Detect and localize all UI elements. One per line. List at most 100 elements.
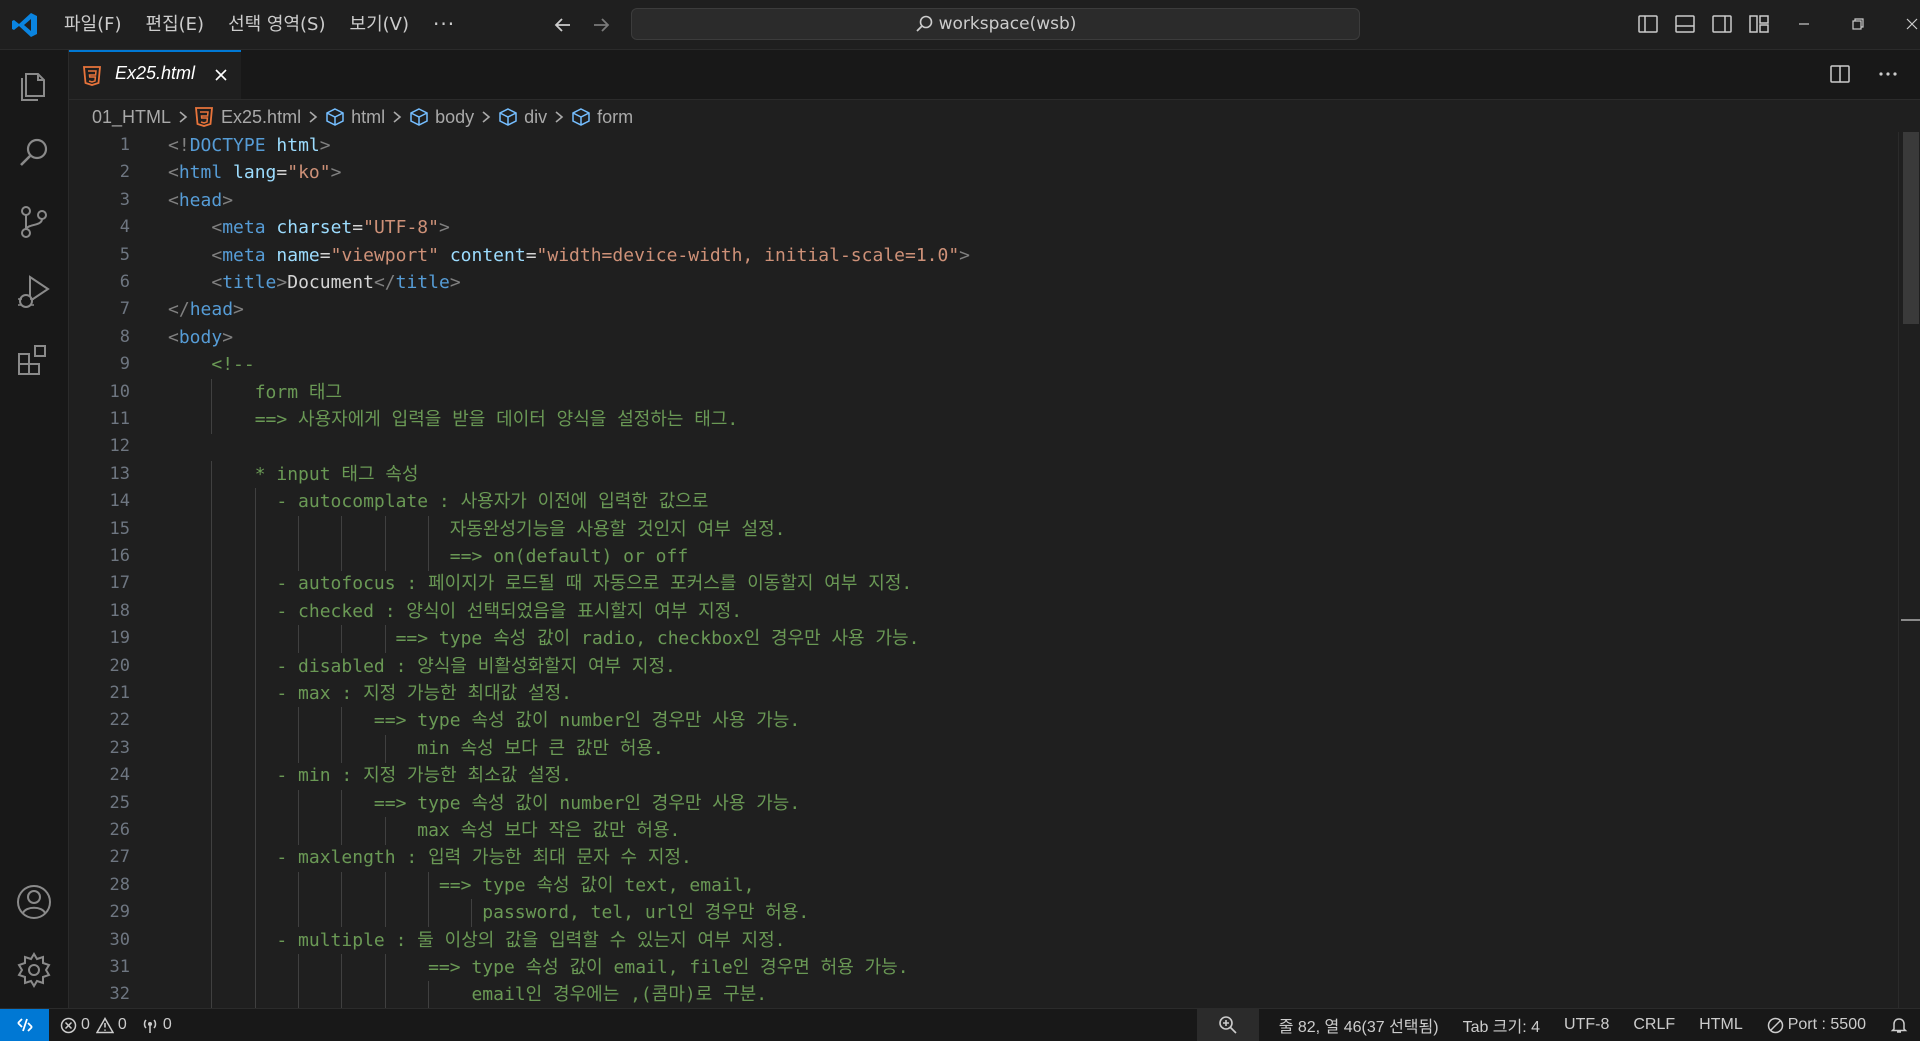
code-line[interactable]: 31 ==> type 속성 값이 email, file인 경우면 허용 가능… — [69, 954, 1900, 982]
zoom-icon[interactable] — [1196, 1009, 1259, 1041]
editor-vertical-scrollbar[interactable] — [1898, 132, 1920, 1008]
line-number: 7 — [119, 299, 130, 319]
breadcrumb-folder[interactable]: 01_HTML — [92, 107, 171, 128]
close-window-icon[interactable] — [1898, 10, 1920, 38]
code-line[interactable]: 13 * input 태그 속성 — [69, 461, 1900, 489]
remote-indicator-icon[interactable] — [0, 1009, 49, 1041]
code-line[interactable]: 25 ==> type 속성 값이 number인 경우만 사용 가능. — [69, 790, 1900, 818]
indent-guide — [297, 625, 299, 653]
code-line[interactable]: 7 </head> — [69, 296, 1900, 323]
code-line[interactable]: 6 <title>Document</title> — [69, 269, 1900, 296]
indent-guide — [254, 954, 256, 982]
code-line[interactable]: 23 min 속성 보다 큰 값만 허용. — [69, 735, 1900, 763]
code-line[interactable]: 20 - disabled : 양식을 비활성화할지 여부 지정. — [69, 653, 1900, 681]
extensions-icon[interactable] — [14, 340, 54, 380]
indent-guide — [211, 653, 213, 681]
code-line[interactable]: 8 <body> — [69, 324, 1900, 351]
breadcrumb-file[interactable]: Ex25.html — [221, 107, 301, 128]
indent-guide — [211, 844, 213, 872]
breadcrumb-symbol-div[interactable]: div — [524, 107, 547, 128]
menu-view[interactable]: 보기(V) — [338, 0, 421, 49]
code-line[interactable]: 24 - min : 지정 가능한 최소값 설정. — [69, 762, 1900, 790]
language-mode[interactable]: HTML — [1687, 1016, 1755, 1034]
live-server-port[interactable]: Port : 5500 — [1755, 1016, 1878, 1034]
indent-guide — [211, 461, 213, 489]
symbol-element-icon — [409, 107, 429, 127]
code-token: body — [178, 327, 223, 348]
notifications-bell-icon[interactable] — [1878, 1016, 1920, 1034]
breadcrumb-symbol-form[interactable]: form — [597, 107, 633, 128]
code-line[interactable]: 4 <meta charset="UTF-8"> — [69, 214, 1900, 241]
code-line[interactable]: 17 - autofocus : 페이지가 로드될 때 자동으로 포커스를 이동… — [69, 570, 1900, 598]
close-icon[interactable] — [212, 66, 230, 84]
code-line[interactable]: 15 자동완성기능을 사용할 것인지 여부 설정. — [69, 516, 1900, 544]
search-icon[interactable] — [14, 133, 54, 173]
source-control-icon[interactable] — [14, 202, 54, 242]
split-editor-icon[interactable] — [1828, 62, 1852, 86]
breadcrumb-symbol-body[interactable]: body — [435, 107, 474, 128]
code-line[interactable]: 11 ==> 사용자에게 입력을 받을 데이터 양식을 설정하는 태그. — [69, 406, 1900, 434]
code-token: "UTF-8" — [363, 217, 439, 238]
code-line[interactable]: 9 <!-- — [69, 351, 1900, 378]
code-line[interactable]: 16 ==> on(default) or off — [69, 543, 1900, 571]
code-line[interactable]: 2 <html lang="ko"> — [69, 159, 1900, 186]
tab-size[interactable]: Tab 크기: 4 — [1451, 1013, 1552, 1037]
line-number: 4 — [119, 217, 130, 237]
files-icon[interactable] — [14, 64, 54, 104]
code-line[interactable]: 3 <head> — [69, 187, 1900, 214]
account-icon[interactable] — [14, 882, 54, 922]
tab-ex25-html[interactable]: Ex25.html — [69, 50, 241, 99]
code-line[interactable]: 5 <meta name="viewport" content="width=d… — [69, 242, 1900, 269]
restore-window-icon[interactable] — [1844, 10, 1872, 38]
line-number: 6 — [119, 272, 130, 292]
scrollbar-thumb[interactable] — [1903, 132, 1919, 324]
code-line[interactable]: 1 <!DOCTYPE html> — [69, 132, 1900, 159]
go-forward-icon[interactable] — [588, 12, 614, 38]
code-line[interactable]: 18 - checked : 양식이 선택되었음을 표시할지 여부 지정. — [69, 598, 1900, 626]
code-line[interactable]: 32 email인 경우에는 ,(콤마)로 구분. — [69, 981, 1900, 1008]
code-token: = — [319, 245, 331, 266]
cursor-position[interactable]: 줄 82, 열 46(37 선택됨) — [1267, 1013, 1451, 1037]
code-editor[interactable]: 1 <!DOCTYPE html> 2 <html lang="ko"> 3 <head>… — [69, 132, 1900, 1008]
menu-more-icon[interactable]: ··· — [421, 0, 467, 49]
code-line[interactable]: 19 ==> type 속성 값이 radio, checkbox인 경우만 사… — [69, 625, 1900, 653]
ports-indicator[interactable]: 0 — [141, 1016, 172, 1034]
code-line[interactable]: 28 ==> type 속성 값이 text, email, — [69, 872, 1900, 900]
settings-gear-icon[interactable] — [14, 950, 54, 990]
command-center-search[interactable]: workspace(wsb) — [631, 8, 1360, 40]
customize-layout-icon[interactable] — [1747, 12, 1771, 36]
error-icon — [60, 1017, 77, 1033]
toggle-secondary-sidebar-icon[interactable] — [1710, 12, 1734, 36]
problems-indicator[interactable]: 0 0 — [60, 1016, 127, 1034]
code-text: - maxlength : 입력 가능한 최대 문자 수 지정. — [168, 844, 691, 871]
breadcrumb-symbol-html[interactable]: html — [351, 107, 385, 128]
minimize-window-icon[interactable] — [1790, 10, 1818, 38]
go-back-icon[interactable] — [550, 12, 576, 38]
code-line[interactable]: 22 ==> type 속성 값이 number인 경우만 사용 가능. — [69, 707, 1900, 735]
code-line[interactable]: 29 password, tel, url인 경우만 허용. — [69, 899, 1900, 927]
line-number: 17 — [109, 573, 130, 593]
code-line[interactable]: 21 - max : 지정 가능한 최대값 설정. — [69, 680, 1900, 708]
code-line[interactable]: 30 - multiple : 둘 이상의 값을 입력할 수 있는지 여부 지정… — [69, 927, 1900, 955]
toggle-primary-sidebar-icon[interactable] — [1636, 12, 1660, 36]
run-debug-icon[interactable] — [14, 271, 54, 311]
menu-edit[interactable]: 편집(E) — [134, 0, 217, 49]
more-actions-icon[interactable] — [1876, 62, 1900, 86]
menu-selection[interactable]: 선택 영역(S) — [216, 0, 337, 49]
tab-label: Ex25.html — [115, 63, 196, 83]
menu-file[interactable]: 파일(F) — [52, 0, 134, 49]
indent-guide — [211, 707, 213, 735]
code-token: charset — [276, 217, 353, 238]
code-line[interactable]: 12 — [69, 433, 1900, 460]
end-of-line[interactable]: CRLF — [1621, 1016, 1687, 1034]
line-number: 29 — [109, 902, 130, 922]
code-line[interactable]: 10 form 태그 — [69, 379, 1900, 407]
file-encoding[interactable]: UTF-8 — [1552, 1016, 1621, 1034]
code-line[interactable]: 26 max 속성 보다 작은 값만 허용. — [69, 817, 1900, 845]
code-line[interactable]: 14 - autocomplate : 사용자가 이전에 입력한 값으로 — [69, 488, 1900, 516]
indent-guide — [254, 570, 256, 598]
code-line[interactable]: 27 - maxlength : 입력 가능한 최대 문자 수 지정. — [69, 844, 1900, 872]
toggle-panel-icon[interactable] — [1673, 12, 1697, 36]
